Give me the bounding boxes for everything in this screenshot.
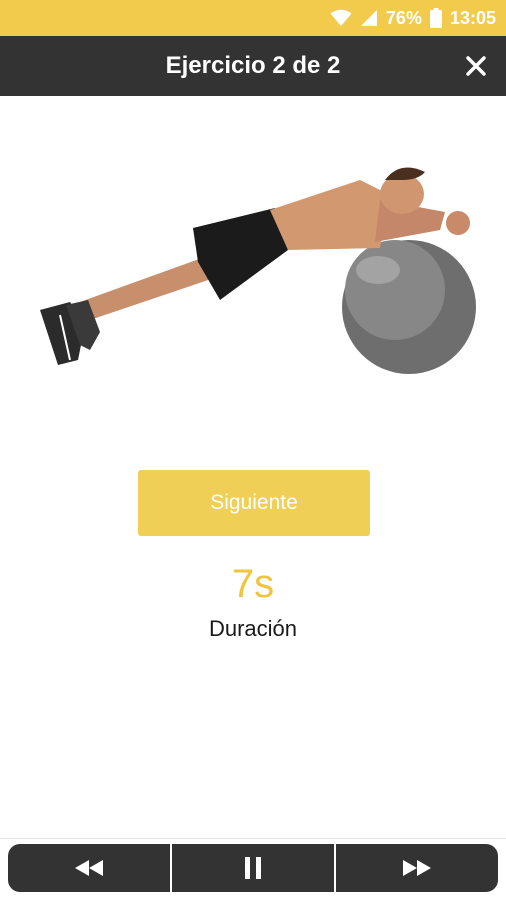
exercise-image (30, 150, 490, 380)
cell-signal-icon (360, 9, 378, 27)
status-icons: 76% 13:05 (330, 0, 496, 36)
close-button[interactable] (460, 50, 492, 82)
fast-forward-icon (401, 858, 433, 878)
page-title: Ejercicio 2 de 2 (165, 52, 341, 79)
battery-icon (429, 8, 442, 28)
wifi-icon (330, 9, 352, 27)
rewind-button[interactable] (8, 844, 170, 892)
battery-percent: 76% (385, 7, 422, 28)
pause-button[interactable] (170, 844, 334, 892)
timer-label: Duración (208, 616, 298, 641)
timer-value: 7s (231, 562, 275, 606)
header-bar: Ejercicio 2 de 2 (0, 36, 506, 96)
status-bar: 76% 13:05 (0, 0, 506, 36)
next-button[interactable]: Siguiente (138, 470, 370, 536)
playback-controls (8, 844, 498, 892)
rewind-icon (73, 858, 105, 878)
status-time: 13:05 (449, 7, 496, 28)
pause-icon (243, 856, 263, 880)
fast-forward-button[interactable] (334, 844, 498, 892)
close-icon (460, 50, 492, 82)
divider (0, 838, 506, 839)
